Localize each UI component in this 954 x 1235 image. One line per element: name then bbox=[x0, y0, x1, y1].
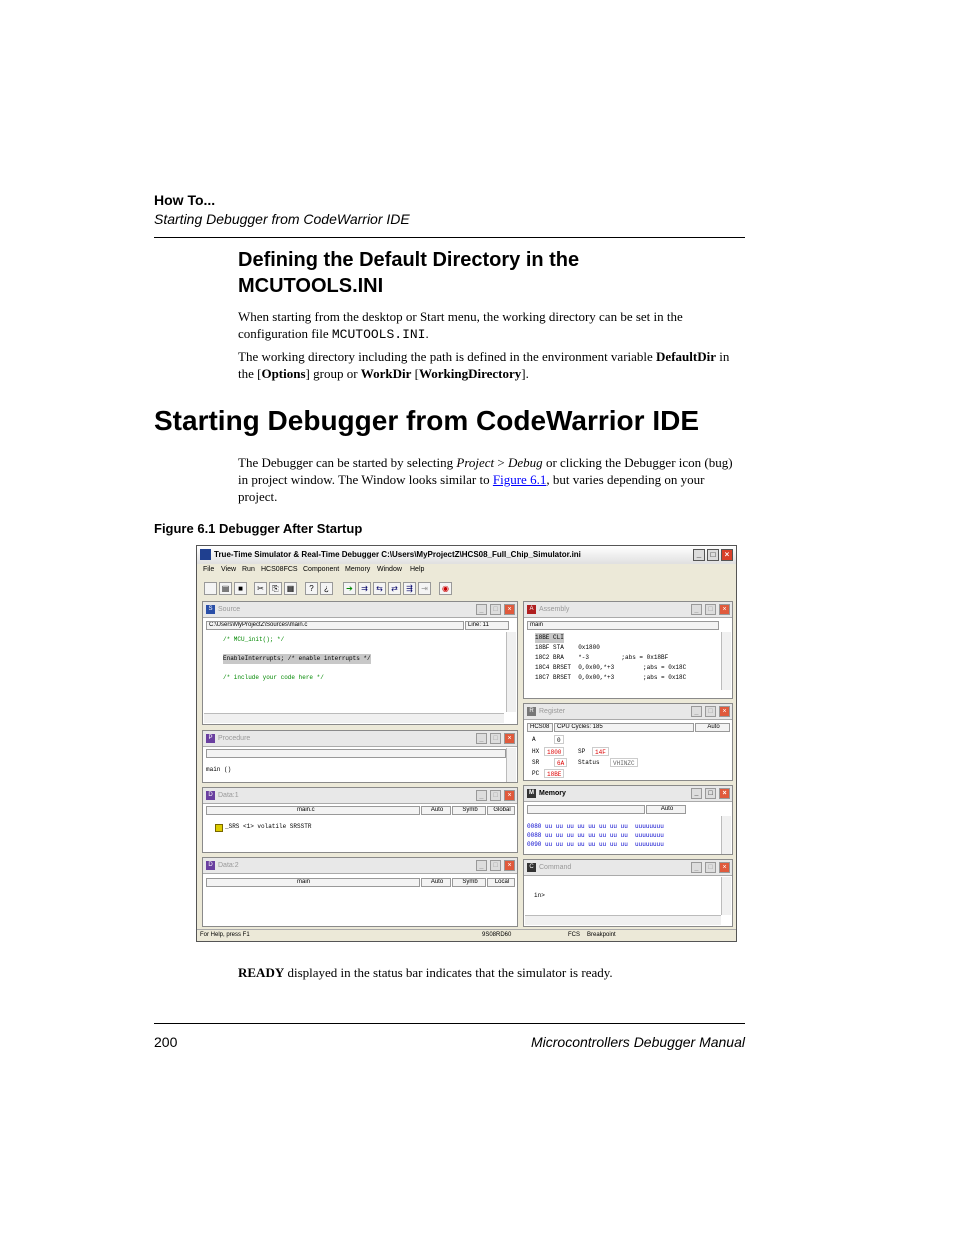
start-icon[interactable]: ➔ bbox=[343, 582, 356, 595]
procedure-pane[interactable]: P Procedure _ □ × main () bbox=[202, 730, 518, 783]
close-icon[interactable]: × bbox=[504, 604, 515, 615]
single-step-icon[interactable]: ⇉ bbox=[358, 582, 371, 595]
maximize-icon[interactable]: □ bbox=[490, 604, 501, 615]
current-line: EnableInterrupts; /* enable interrupts *… bbox=[223, 654, 371, 664]
header-rule bbox=[154, 237, 745, 238]
minimize-icon[interactable]: _ bbox=[476, 733, 487, 744]
minimize-icon[interactable]: _ bbox=[476, 604, 487, 615]
section-heading-default-directory: Defining the Default Directory in the MC… bbox=[238, 249, 580, 297]
assembly-vscroll[interactable] bbox=[721, 632, 731, 690]
command-icon: C bbox=[527, 863, 536, 872]
maximize-icon[interactable]: □ bbox=[490, 860, 501, 871]
debugger-screenshot: True-Time Simulator & Real-Time Debugger… bbox=[196, 545, 737, 942]
menu-help[interactable]: Help bbox=[410, 566, 424, 573]
maximize-icon[interactable]: □ bbox=[490, 790, 501, 801]
register-icon: R bbox=[527, 707, 536, 716]
procedure-icon: P bbox=[206, 734, 215, 743]
assembly-icon: A bbox=[527, 605, 536, 614]
minimize-icon[interactable]: _ bbox=[691, 862, 702, 873]
maximize-icon[interactable]: □ bbox=[707, 549, 719, 561]
page-number: 200 bbox=[154, 1034, 178, 1050]
step-over-icon[interactable]: ⇆ bbox=[373, 582, 386, 595]
new-icon[interactable] bbox=[204, 582, 217, 595]
close-icon[interactable]: × bbox=[719, 788, 730, 799]
help-icon[interactable]: ? bbox=[305, 582, 318, 595]
assembly-function: main bbox=[527, 621, 719, 630]
running-header-subtitle: Starting Debugger from CodeWarrior IDE bbox=[154, 211, 410, 227]
maximize-icon[interactable]: □ bbox=[705, 706, 716, 717]
close-icon[interactable]: × bbox=[719, 862, 730, 873]
maximize-icon[interactable]: □ bbox=[490, 733, 501, 744]
source-line: Line: 11 bbox=[465, 621, 509, 630]
source-pane[interactable]: S Source _ □ × C:\Users\MyProjectZ\Sourc… bbox=[202, 601, 518, 725]
cut-icon[interactable]: ✂ bbox=[254, 582, 267, 595]
close-icon[interactable]: × bbox=[504, 860, 515, 871]
footer-rule bbox=[154, 1023, 745, 1024]
figure-link[interactable]: Figure 6.1 bbox=[493, 472, 546, 487]
context-help-icon[interactable]: ¿ bbox=[320, 582, 333, 595]
app-icon bbox=[200, 549, 211, 560]
halt-icon[interactable]: ⇥ bbox=[418, 582, 431, 595]
data2-pane[interactable]: D Data:2 _ □ × main Auto Symb Local bbox=[202, 857, 518, 927]
running-header-title: How To... bbox=[154, 192, 216, 208]
source-vscroll[interactable] bbox=[506, 632, 516, 712]
minimize-icon[interactable]: _ bbox=[691, 706, 702, 717]
menu-memory[interactable]: Memory bbox=[345, 566, 370, 573]
figure-caption: Figure 6.1 Debugger After Startup bbox=[154, 521, 363, 536]
menu-hcs08fcs[interactable]: HCS08FCS bbox=[261, 566, 298, 573]
memory-pane[interactable]: M Memory _ □ × Auto 0080 uu uu uu uu uu … bbox=[523, 785, 733, 855]
maximize-icon[interactable]: □ bbox=[705, 862, 716, 873]
command-prompt[interactable]: in> bbox=[534, 891, 545, 901]
variable-icon bbox=[215, 824, 223, 832]
window-title: True-Time Simulator & Real-Time Debugger… bbox=[214, 550, 581, 559]
source-icon: S bbox=[206, 605, 215, 614]
memory-vscroll[interactable] bbox=[721, 816, 731, 854]
status-bar: For Help, press F1 9S08RD60 FCS Breakpoi… bbox=[197, 929, 736, 941]
maximize-icon[interactable]: □ bbox=[705, 788, 716, 799]
menu-file[interactable]: File bbox=[203, 566, 214, 573]
copy-icon[interactable]: ⎘ bbox=[269, 582, 282, 595]
data-icon: D bbox=[206, 861, 215, 870]
paragraph-working-directory: The working directory including the path… bbox=[238, 349, 730, 381]
procedure-entry[interactable]: main () bbox=[206, 765, 231, 775]
register-pane[interactable]: R Register _ □ × HCS08 CPU Cycles: 185 A… bbox=[523, 703, 733, 781]
toolbar: ▤ ■ ✂ ⎘ ▦ ? ¿ ➔ ⇉ ⇆ ⇄ ⇶ ⇥ ◉ bbox=[197, 578, 736, 600]
source-hscroll[interactable] bbox=[204, 713, 504, 723]
save-icon[interactable]: ■ bbox=[234, 582, 247, 595]
command-pane[interactable]: C Command _ □ × in> bbox=[523, 859, 733, 927]
close-icon[interactable]: × bbox=[719, 706, 730, 717]
close-icon[interactable]: × bbox=[719, 604, 730, 615]
assembly-step-icon[interactable]: ⇶ bbox=[403, 582, 416, 595]
maximize-icon[interactable]: □ bbox=[705, 604, 716, 615]
close-icon[interactable]: × bbox=[504, 733, 515, 744]
manual-title: Microcontrollers Debugger Manual bbox=[531, 1034, 745, 1050]
paragraph-ready: READY displayed in the status bar indica… bbox=[238, 965, 613, 980]
minimize-icon[interactable]: _ bbox=[691, 604, 702, 615]
menu-window[interactable]: Window bbox=[377, 566, 402, 573]
minimize-icon[interactable]: _ bbox=[693, 549, 705, 561]
assembly-pane[interactable]: A Assembly _ □ × main 18BE CLI 18BF STA … bbox=[523, 601, 733, 699]
close-icon[interactable]: × bbox=[721, 549, 733, 561]
menu-view[interactable]: View bbox=[221, 566, 236, 573]
data-icon: D bbox=[206, 791, 215, 800]
paste-icon[interactable]: ▦ bbox=[284, 582, 297, 595]
minimize-icon[interactable]: _ bbox=[476, 860, 487, 871]
memory-icon: M bbox=[527, 789, 536, 798]
open-icon[interactable]: ▤ bbox=[219, 582, 232, 595]
step-out-icon[interactable]: ⇄ bbox=[388, 582, 401, 595]
data1-pane[interactable]: D Data:1 _ □ × main.c Auto Symb Global _… bbox=[202, 787, 518, 853]
source-path: C:\Users\MyProjectZ\Sources\main.c bbox=[206, 621, 464, 630]
menu-component[interactable]: Component bbox=[303, 566, 339, 573]
menu-bar: File View Run HCS08FCS Component Memory … bbox=[197, 565, 736, 576]
paragraph-mcutools: When starting from the desktop or Start … bbox=[238, 309, 683, 342]
menu-run[interactable]: Run bbox=[242, 566, 255, 573]
minimize-icon[interactable]: _ bbox=[691, 788, 702, 799]
close-icon[interactable]: × bbox=[504, 790, 515, 801]
paragraph-starting-debugger: The Debugger can be started by selecting… bbox=[238, 455, 733, 504]
minimize-icon[interactable]: _ bbox=[476, 790, 487, 801]
window-titlebar: True-Time Simulator & Real-Time Debugger… bbox=[197, 546, 736, 564]
section-heading-starting-debugger: Starting Debugger from CodeWarrior IDE bbox=[154, 405, 700, 436]
reset-icon[interactable]: ◉ bbox=[439, 582, 452, 595]
